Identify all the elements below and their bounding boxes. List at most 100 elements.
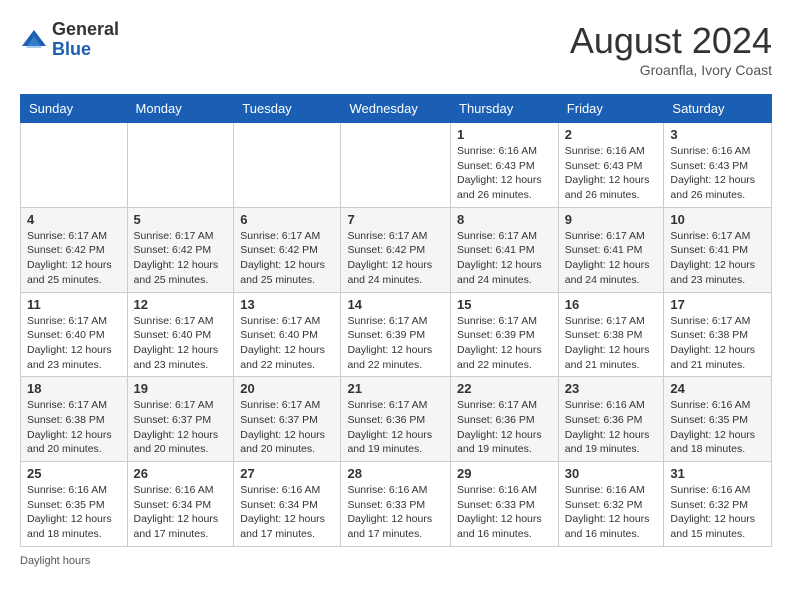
calendar-cell: 12 Sunrise: 6:17 AM Sunset: 6:40 PM Dayli… bbox=[127, 292, 234, 377]
page-header: General Blue August 2024 Groanfla, Ivory… bbox=[20, 20, 772, 78]
calendar-cell: 10Sunrise: 6:17 AM Sunset: 6:41 PM Dayli… bbox=[664, 207, 772, 292]
calendar-cell: 25 Sunrise: 6:16 AM Sunset: 6:35 PM Dayli… bbox=[21, 462, 128, 547]
day-info: Sunrise: 6:17 AM Sunset: 6:40 PM Dayligh… bbox=[240, 314, 334, 373]
day-info: Sunrise: 6:17 AM Sunset: 6:37 PM Dayligh… bbox=[134, 398, 228, 457]
column-header-monday: Monday bbox=[127, 95, 234, 123]
calendar-week-row: 4 Sunrise: 6:17 AM Sunset: 6:42 PM Daylig… bbox=[21, 207, 772, 292]
calendar-cell: 11 Sunrise: 6:17 AM Sunset: 6:40 PM Dayli… bbox=[21, 292, 128, 377]
day-info: Sunrise: 6:16 AM Sunset: 6:33 PM Dayligh… bbox=[347, 483, 444, 542]
calendar-table: SundayMondayTuesdayWednesdayThursdayFrid… bbox=[20, 94, 772, 547]
calendar-cell: 14Sunrise: 6:17 AM Sunset: 6:39 PM Dayli… bbox=[341, 292, 451, 377]
calendar-cell: 7 Sunrise: 6:17 AM Sunset: 6:42 PM Daylig… bbox=[341, 207, 451, 292]
day-number: 7 bbox=[347, 212, 444, 227]
calendar-header-row: SundayMondayTuesdayWednesdayThursdayFrid… bbox=[21, 95, 772, 123]
calendar-cell bbox=[21, 123, 128, 208]
day-info: Sunrise: 6:17 AM Sunset: 6:40 PM Dayligh… bbox=[27, 314, 121, 373]
calendar-cell: 20Sunrise: 6:17 AM Sunset: 6:37 PM Dayli… bbox=[234, 377, 341, 462]
day-number: 25 bbox=[27, 466, 121, 481]
day-number: 11 bbox=[27, 297, 121, 312]
location-subtitle: Groanfla, Ivory Coast bbox=[570, 62, 772, 78]
day-info: Sunrise: 6:16 AM Sunset: 6:32 PM Dayligh… bbox=[670, 483, 765, 542]
day-number: 2 bbox=[565, 127, 658, 142]
calendar-cell: 31 Sunrise: 6:16 AM Sunset: 6:32 PM Dayli… bbox=[664, 462, 772, 547]
calendar-cell: 24Sunrise: 6:16 AM Sunset: 6:35 PM Dayli… bbox=[664, 377, 772, 462]
calendar-cell: 22 Sunrise: 6:17 AM Sunset: 6:36 PM Dayli… bbox=[451, 377, 559, 462]
calendar-cell: 21 Sunrise: 6:17 AM Sunset: 6:36 PM Dayli… bbox=[341, 377, 451, 462]
calendar-cell: 13Sunrise: 6:17 AM Sunset: 6:40 PM Dayli… bbox=[234, 292, 341, 377]
day-number: 9 bbox=[565, 212, 658, 227]
calendar-cell: 17 Sunrise: 6:17 AM Sunset: 6:38 PM Dayli… bbox=[664, 292, 772, 377]
calendar-week-row: 25 Sunrise: 6:16 AM Sunset: 6:35 PM Dayli… bbox=[21, 462, 772, 547]
column-header-saturday: Saturday bbox=[664, 95, 772, 123]
day-info: Sunrise: 6:17 AM Sunset: 6:38 PM Dayligh… bbox=[27, 398, 121, 457]
column-header-wednesday: Wednesday bbox=[341, 95, 451, 123]
calendar-cell: 28 Sunrise: 6:16 AM Sunset: 6:33 PM Dayli… bbox=[341, 462, 451, 547]
column-header-sunday: Sunday bbox=[21, 95, 128, 123]
calendar-cell bbox=[127, 123, 234, 208]
column-header-tuesday: Tuesday bbox=[234, 95, 341, 123]
calendar-week-row: 1Sunrise: 6:16 AM Sunset: 6:43 PM Daylig… bbox=[21, 123, 772, 208]
day-info: Sunrise: 6:17 AM Sunset: 6:39 PM Dayligh… bbox=[457, 314, 552, 373]
calendar-cell: 16Sunrise: 6:17 AM Sunset: 6:38 PM Dayli… bbox=[558, 292, 664, 377]
column-header-friday: Friday bbox=[558, 95, 664, 123]
logo-text: General Blue bbox=[52, 20, 119, 60]
calendar-cell bbox=[341, 123, 451, 208]
day-info: Sunrise: 6:16 AM Sunset: 6:36 PM Dayligh… bbox=[565, 398, 658, 457]
logo-blue-text: Blue bbox=[52, 40, 119, 60]
calendar-cell: 15 Sunrise: 6:17 AM Sunset: 6:39 PM Dayli… bbox=[451, 292, 559, 377]
day-info: Sunrise: 6:17 AM Sunset: 6:42 PM Dayligh… bbox=[240, 229, 334, 288]
calendar-cell: 29Sunrise: 6:16 AM Sunset: 6:33 PM Dayli… bbox=[451, 462, 559, 547]
calendar-cell: 3Sunrise: 6:16 AM Sunset: 6:43 PM Daylig… bbox=[664, 123, 772, 208]
day-number: 22 bbox=[457, 381, 552, 396]
column-header-thursday: Thursday bbox=[451, 95, 559, 123]
day-info: Sunrise: 6:16 AM Sunset: 6:43 PM Dayligh… bbox=[565, 144, 658, 203]
day-info: Sunrise: 6:17 AM Sunset: 6:36 PM Dayligh… bbox=[457, 398, 552, 457]
day-info: Sunrise: 6:17 AM Sunset: 6:41 PM Dayligh… bbox=[565, 229, 658, 288]
logo-general-text: General bbox=[52, 20, 119, 40]
day-info: Sunrise: 6:17 AM Sunset: 6:41 PM Dayligh… bbox=[670, 229, 765, 288]
day-number: 17 bbox=[670, 297, 765, 312]
day-number: 23 bbox=[565, 381, 658, 396]
day-number: 15 bbox=[457, 297, 552, 312]
day-number: 26 bbox=[134, 466, 228, 481]
calendar-cell: 26 Sunrise: 6:16 AM Sunset: 6:34 PM Dayli… bbox=[127, 462, 234, 547]
day-info: Sunrise: 6:16 AM Sunset: 6:32 PM Dayligh… bbox=[565, 483, 658, 542]
day-number: 27 bbox=[240, 466, 334, 481]
day-number: 21 bbox=[347, 381, 444, 396]
title-block: August 2024 Groanfla, Ivory Coast bbox=[570, 20, 772, 78]
day-info: Sunrise: 6:17 AM Sunset: 6:42 PM Dayligh… bbox=[347, 229, 444, 288]
day-info: Sunrise: 6:16 AM Sunset: 6:43 PM Dayligh… bbox=[457, 144, 552, 203]
day-info: Sunrise: 6:16 AM Sunset: 6:34 PM Dayligh… bbox=[134, 483, 228, 542]
logo: General Blue bbox=[20, 20, 119, 60]
calendar-cell: 23 Sunrise: 6:16 AM Sunset: 6:36 PM Dayli… bbox=[558, 377, 664, 462]
calendar-cell: 1Sunrise: 6:16 AM Sunset: 6:43 PM Daylig… bbox=[451, 123, 559, 208]
day-number: 30 bbox=[565, 466, 658, 481]
day-number: 31 bbox=[670, 466, 765, 481]
calendar-cell: 6 Sunrise: 6:17 AM Sunset: 6:42 PM Daylig… bbox=[234, 207, 341, 292]
day-number: 29 bbox=[457, 466, 552, 481]
day-info: Sunrise: 6:17 AM Sunset: 6:38 PM Dayligh… bbox=[565, 314, 658, 373]
day-info: Sunrise: 6:17 AM Sunset: 6:36 PM Dayligh… bbox=[347, 398, 444, 457]
day-info: Sunrise: 6:16 AM Sunset: 6:35 PM Dayligh… bbox=[27, 483, 121, 542]
daylight-label: Daylight hours bbox=[20, 555, 90, 567]
calendar-cell bbox=[234, 123, 341, 208]
day-info: Sunrise: 6:17 AM Sunset: 6:38 PM Dayligh… bbox=[670, 314, 765, 373]
day-info: Sunrise: 6:16 AM Sunset: 6:34 PM Dayligh… bbox=[240, 483, 334, 542]
day-info: Sunrise: 6:17 AM Sunset: 6:40 PM Dayligh… bbox=[134, 314, 228, 373]
day-info: Sunrise: 6:16 AM Sunset: 6:35 PM Dayligh… bbox=[670, 398, 765, 457]
day-number: 12 bbox=[134, 297, 228, 312]
day-info: Sunrise: 6:17 AM Sunset: 6:42 PM Dayligh… bbox=[134, 229, 228, 288]
day-number: 6 bbox=[240, 212, 334, 227]
calendar-cell: 19 Sunrise: 6:17 AM Sunset: 6:37 PM Dayli… bbox=[127, 377, 234, 462]
day-number: 19 bbox=[134, 381, 228, 396]
calendar-cell: 8Sunrise: 6:17 AM Sunset: 6:41 PM Daylig… bbox=[451, 207, 559, 292]
calendar-cell: 27 Sunrise: 6:16 AM Sunset: 6:34 PM Dayli… bbox=[234, 462, 341, 547]
day-number: 3 bbox=[670, 127, 765, 142]
calendar-cell: 30 Sunrise: 6:16 AM Sunset: 6:32 PM Dayli… bbox=[558, 462, 664, 547]
logo-icon bbox=[20, 26, 48, 54]
calendar-cell: 4Sunrise: 6:17 AM Sunset: 6:42 PM Daylig… bbox=[21, 207, 128, 292]
day-number: 4 bbox=[27, 212, 121, 227]
day-number: 28 bbox=[347, 466, 444, 481]
calendar-week-row: 11 Sunrise: 6:17 AM Sunset: 6:40 PM Dayli… bbox=[21, 292, 772, 377]
day-number: 8 bbox=[457, 212, 552, 227]
